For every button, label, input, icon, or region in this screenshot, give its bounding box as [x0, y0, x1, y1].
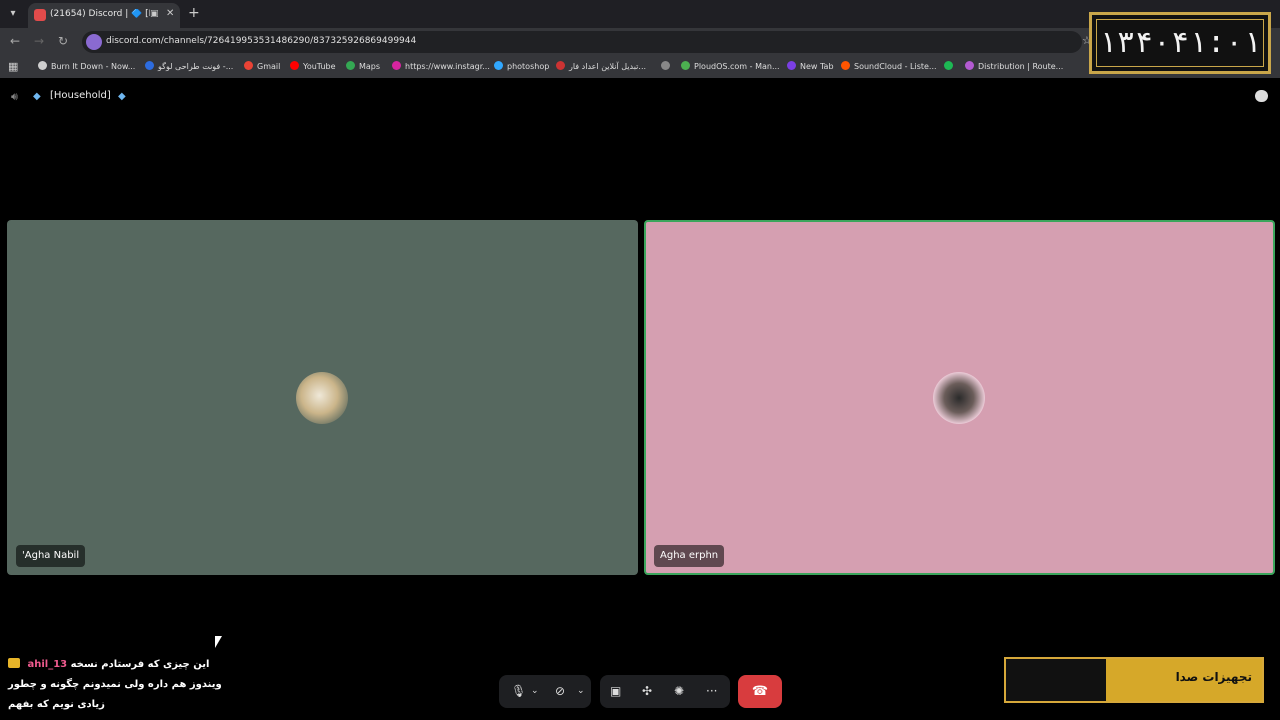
media-playing-icon: ▣ [150, 9, 159, 19]
bookmark-label: New Tab [800, 62, 834, 71]
audio-devices-widget[interactable]: تجهیزات صدا [1004, 657, 1264, 703]
audio-video-controls: 🎙︎ ⌄ ⊘ ⌄ [499, 675, 591, 708]
address-bar[interactable]: discord.com/channels/726419953531486290/… [82, 31, 1082, 53]
bookmark-item[interactable]: Distribution | Route... [965, 61, 1063, 71]
new-tab-plus-icon[interactable]: + [188, 5, 200, 21]
chat-message-line: زیادی نویم که بفهم [8, 699, 105, 710]
browser-toolbar: ← → ↻ discord.com/channels/7264199535314… [0, 28, 1280, 56]
bookmark-favicon-icon [494, 61, 503, 70]
clock-time: ۱۳۴۰۴۱:۰۱ [1098, 25, 1262, 60]
site-info-icon[interactable] [86, 34, 102, 50]
apps-grid-icon[interactable]: ▦ [8, 60, 18, 73]
chat-username: ahil_13 [27, 659, 68, 670]
diamond-icon: ◆ [118, 91, 126, 102]
bookmark-label: Maps [359, 62, 381, 71]
bookmark-favicon-icon [244, 61, 253, 70]
soundboard-icon[interactable]: ✺ [674, 684, 684, 698]
bookmark-item[interactable]: Maps [346, 61, 380, 71]
channel-header: 🔊︎ ◆ [Household] ◆ [0, 84, 1280, 110]
bookmark-label: تبدیل آنلاین اعداد فار... [569, 62, 647, 71]
audio-devices-label: تجهیزات صدا [1175, 670, 1252, 684]
bookmark-favicon-icon [681, 61, 690, 70]
bookmark-label: YouTube [303, 62, 336, 71]
bookmark-favicon-icon [346, 61, 355, 70]
chat-message-text: این چیزی که فرستادم نسخه [70, 659, 210, 670]
mouse-cursor-icon [215, 636, 222, 648]
chevron-down-icon[interactable]: ⌄ [531, 686, 539, 696]
chevron-down-icon[interactable]: ⌄ [577, 686, 585, 696]
bookmark-favicon-icon [392, 61, 401, 70]
bookmark-favicon-icon [38, 61, 47, 70]
back-arrow-icon[interactable]: ← [10, 34, 20, 48]
bookmark-label: photoshop [507, 62, 550, 71]
call-actions: ▣ ✣ ✺ ··· [600, 675, 730, 708]
bookmark-label: Distribution | Route... [978, 62, 1064, 71]
reload-icon[interactable]: ↻ [58, 34, 68, 48]
bookmark-label: https://www.instagr... [405, 62, 490, 71]
bookmark-favicon-icon [944, 61, 953, 70]
clock-widget: ۱۳۴۰۴۱:۰۱ [1089, 12, 1271, 74]
bookmark-favicon-icon [556, 61, 565, 70]
bookmark-item[interactable]: Gmail [244, 61, 280, 71]
more-options-icon[interactable]: ··· [706, 684, 717, 698]
bookmark-item[interactable]: فونت طراحی لوگو -... [145, 61, 233, 71]
participant-tile[interactable]: 'Agha Nabil [7, 220, 638, 575]
bookmark-item[interactable]: SoundCloud - Liste... [841, 61, 937, 71]
bookmark-item[interactable] [661, 61, 674, 71]
disconnect-phone-icon[interactable]: ☎ [738, 675, 782, 708]
bookmark-item[interactable]: New Tab [787, 61, 834, 71]
activities-icon[interactable]: ✣ [642, 684, 652, 698]
chat-overlay: این چیزی که فرستادم نسخه ahil_13 ویندوز … [8, 655, 228, 715]
bookmark-favicon-icon [965, 61, 974, 70]
participant-name: Agha erphn [654, 545, 725, 567]
participant-tile-speaking[interactable]: Agha erphn [644, 220, 1275, 575]
chat-message-line: ویندوز هم داره ولی نمیدونم چگونه و چطور [8, 679, 222, 690]
bookmark-favicon-icon [145, 61, 154, 70]
diamond-icon: ◆ [33, 91, 41, 102]
bookmark-label: Gmail [257, 62, 281, 71]
crown-badge-icon [8, 658, 20, 668]
bookmarks-bar: ▦ Burn It Down - Now... فونت طراحی لوگو -… [0, 56, 1280, 78]
bookmark-favicon-icon [787, 61, 796, 70]
bookmark-favicon-icon [841, 61, 850, 70]
bookmark-label: PloudOS.com - Man... [694, 62, 780, 71]
url-text: discord.com/channels/726419953531486290/… [106, 36, 417, 46]
tab-search-icon[interactable]: ▾ [4, 6, 22, 22]
avatar [933, 372, 985, 424]
participant-name: 'Agha Nabil [16, 545, 86, 567]
chat-bubble-icon[interactable] [1255, 90, 1268, 102]
chat-message-line: این چیزی که فرستادم نسخه ahil_13 [8, 655, 228, 675]
channel-name: [Household] [50, 90, 111, 101]
bookmark-label: Burn It Down - Now... [51, 62, 136, 71]
discord-favicon-icon [34, 9, 46, 21]
bookmark-item[interactable]: تبدیل آنلاین اعداد فار... [556, 61, 646, 71]
tab-close-icon[interactable]: ✕ [166, 8, 174, 19]
bookmark-item[interactable]: https://www.instagr... [392, 61, 490, 71]
bookmark-label: SoundCloud - Liste... [854, 62, 937, 71]
voice-channel-speaker-icon: 🔊︎ [11, 90, 18, 103]
bookmark-item[interactable]: photoshop [494, 61, 549, 71]
browser-tab-strip: ▾ (21654) Discord | 🔷 [Hous ▣ ✕ + [0, 0, 1280, 28]
bookmark-favicon-icon [661, 61, 670, 70]
bookmark-item[interactable]: Burn It Down - Now... [38, 61, 135, 71]
bookmark-item[interactable] [944, 61, 957, 71]
screen-share-icon[interactable]: ▣ [610, 684, 621, 698]
bookmark-label: فونت طراحی لوگو -... [158, 62, 234, 71]
tab-title: (21654) Discord | 🔷 [Hous [50, 9, 150, 19]
avatar [296, 372, 348, 424]
camera-off-icon[interactable]: ⊘ [555, 684, 565, 698]
bookmark-favicon-icon [290, 61, 299, 70]
active-tab[interactable]: (21654) Discord | 🔷 [Hous ▣ ✕ [28, 3, 180, 28]
microphone-icon[interactable]: 🎙︎ [511, 684, 526, 698]
forward-arrow-icon[interactable]: → [34, 34, 44, 48]
bookmark-item[interactable]: PloudOS.com - Man... [681, 61, 780, 71]
bookmark-item[interactable]: YouTube [290, 61, 336, 71]
